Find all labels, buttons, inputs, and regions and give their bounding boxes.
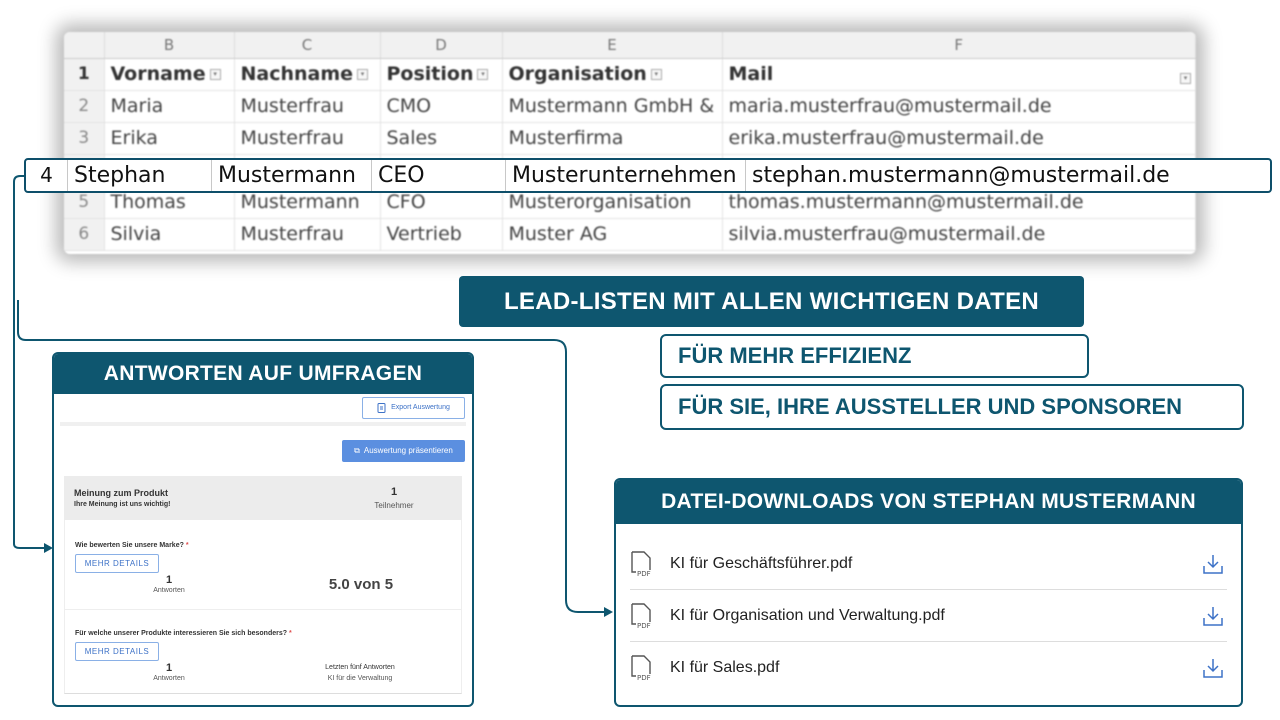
last-answer-value: KI für die Verwaltung xyxy=(327,675,393,682)
file-name: KI für Geschäftsführer.pdf xyxy=(670,554,853,572)
auswertung-praesentieren-button[interactable]: ⧉ Auswertung präsentieren xyxy=(342,440,465,462)
download-icon[interactable] xyxy=(1201,553,1225,575)
file-name: KI für Sales.pdf xyxy=(670,659,780,676)
table-header-row: 1 Vorname ▾ Nachname ▾ Position ▾ Organisat… xyxy=(64,58,1196,91)
downloads-panel-title: DATEI-DOWNLOADS VON STEPHAN MUSTERMANN xyxy=(616,480,1241,524)
label-effizienz: FÜR MEHR EFFIZIENZ xyxy=(660,334,1089,378)
cell[interactable]: Muster AG xyxy=(502,218,723,251)
cell[interactable]: Musterfirma xyxy=(502,122,723,155)
svg-text:PDF: PDF xyxy=(637,674,651,682)
column-letter[interactable]: D xyxy=(380,32,503,59)
downloads-panel: DATEI-DOWNLOADS VON STEPHAN MUSTERMANN P… xyxy=(614,478,1243,707)
answer-count-label: Antworten xyxy=(153,587,185,594)
auswertung-praesentieren-label: Auswertung präsentieren xyxy=(363,446,453,455)
cell[interactable]: Sales xyxy=(380,122,503,155)
table-row: 2 Maria Musterfrau CMO Mustermann GmbH &… xyxy=(64,90,1196,123)
file-name: KI für Organisation und Verwaltung.pdf xyxy=(670,606,945,624)
filter-dropdown-icon[interactable]: ▾ xyxy=(650,69,662,80)
row-number: 4 xyxy=(26,160,68,191)
mehr-details-button[interactable]: MEHR DETAILS xyxy=(75,554,159,573)
cell[interactable]: Musterfrau xyxy=(234,90,381,123)
cell-position: CEO xyxy=(372,160,506,191)
filter-dropdown-icon[interactable]: ▾ xyxy=(209,69,221,80)
cell[interactable]: Mustermann GmbH & xyxy=(502,90,723,123)
header-cell-position[interactable]: Position ▾ xyxy=(380,58,503,91)
column-letter[interactable]: C xyxy=(234,32,381,59)
survey-summary: Meinung zum Produkt Ihre Meinung ist uns… xyxy=(64,476,462,520)
column-letter[interactable]: E xyxy=(502,32,723,59)
survey-panel: ANTWORTEN AUF UMFRAGEN Export Auswertung… xyxy=(52,352,474,707)
cell[interactable]: Erika xyxy=(104,122,235,155)
table-row: 3 Erika Musterfrau Sales Musterfirma eri… xyxy=(64,122,1196,155)
header-cell-nachname[interactable]: Nachname ▾ xyxy=(234,58,381,91)
answer-count: 1 xyxy=(165,574,173,586)
survey-panel-title: ANTWORTEN AUF UMFRAGEN xyxy=(54,354,472,394)
export-auswertung-label: Export Auswertung xyxy=(391,404,450,411)
pdf-file-icon: PDF xyxy=(631,602,651,630)
header-cell-vorname[interactable]: Vorname ▾ xyxy=(104,58,235,91)
spreadsheet: B C D E F 1 Vorname ▾ Nachname ▾ Position ▾… xyxy=(64,32,1196,254)
survey-content: Export Auswertung ⧉ Auswertung präsentier… xyxy=(60,394,466,699)
rating-score: 5.0 von 5 xyxy=(328,576,394,593)
row-number[interactable]: 2 xyxy=(64,90,105,123)
answer-count: 1 xyxy=(165,662,173,674)
cell-nachname: Mustermann xyxy=(212,160,372,191)
survey-toolbar: Export Auswertung xyxy=(60,394,466,426)
participants-label: Teilnehmer xyxy=(374,501,414,510)
corner-cell[interactable] xyxy=(64,32,105,59)
svg-text:PDF: PDF xyxy=(637,570,651,578)
pdf-file-icon: PDF xyxy=(631,550,651,578)
column-letter[interactable]: F xyxy=(722,32,1196,59)
file-row[interactable]: PDF KI für Sales.pdf xyxy=(630,642,1227,694)
label-aussteller-sponsoren: FÜR SIE, IHRE AUSSTELLER UND SPONSOREN xyxy=(660,384,1244,430)
question-card: Für welche unserer Produkte interessiere… xyxy=(64,610,462,694)
highlighted-row[interactable]: 4 Stephan Mustermann CEO Musterunternehm… xyxy=(24,158,1272,193)
cell[interactable]: CMO xyxy=(380,90,503,123)
file-row[interactable]: PDF KI für Geschäftsführer.pdf xyxy=(630,538,1227,590)
cell[interactable]: Maria xyxy=(104,90,235,123)
download-icon[interactable] xyxy=(1201,605,1225,627)
header-cell-mail[interactable]: Mail ▾ xyxy=(722,58,1196,91)
filter-dropdown-icon[interactable]: ▾ xyxy=(1180,73,1191,84)
column-header-row: B C D E F xyxy=(64,32,1196,59)
column-letter[interactable]: B xyxy=(104,32,235,59)
filter-dropdown-icon[interactable]: ▾ xyxy=(477,69,489,80)
row-number[interactable]: 1 xyxy=(64,58,105,91)
participants-count: 1 xyxy=(390,486,398,498)
present-icon: ⧉ xyxy=(354,446,360,455)
svg-text:PDF: PDF xyxy=(637,622,651,630)
cell-vorname: Stephan xyxy=(68,160,212,191)
table-row: 6 Silvia Musterfrau Vertrieb Muster AG s… xyxy=(64,218,1196,251)
mehr-details-button[interactable]: MEHR DETAILS xyxy=(75,642,159,661)
header-cell-organisation[interactable]: Organisation ▾ xyxy=(502,58,723,91)
survey-name: Meinung zum Produkt xyxy=(74,488,168,498)
answer-count-label: Antworten xyxy=(153,675,185,682)
row-number[interactable]: 3 xyxy=(64,122,105,155)
filter-dropdown-icon[interactable]: ▾ xyxy=(357,69,369,80)
file-row[interactable]: PDF KI für Organisation und Verwaltung.p… xyxy=(630,590,1227,642)
cell[interactable]: silvia.musterfrau@mustermail.de xyxy=(722,218,1196,251)
cell-mail: stephan.mustermann@mustermail.de xyxy=(752,163,1170,188)
row-number[interactable]: 6 xyxy=(64,218,105,251)
cell[interactable]: Vertrieb xyxy=(380,218,503,251)
cell[interactable]: Musterfrau xyxy=(234,122,381,155)
cell[interactable]: Silvia xyxy=(104,218,235,251)
export-auswertung-button[interactable]: Export Auswertung xyxy=(362,397,465,419)
last-answers-label: Letzten fünf Antworten xyxy=(325,664,395,671)
document-icon xyxy=(377,403,386,413)
pdf-file-icon: PDF xyxy=(631,655,651,682)
question-text: Wie bewerten Sie unsere Marke? * xyxy=(75,542,189,549)
banner-lead-listen: LEAD-LISTEN MIT ALLEN WICHTIGEN DATEN xyxy=(459,276,1084,327)
cell[interactable]: Musterfrau xyxy=(234,218,381,251)
cell[interactable]: maria.musterfrau@mustermail.de xyxy=(722,90,1196,123)
cell[interactable]: erika.musterfrau@mustermail.de xyxy=(722,122,1196,155)
download-icon[interactable] xyxy=(1201,657,1225,679)
survey-subtitle: Ihre Meinung ist uns wichtig! xyxy=(74,501,171,508)
question-text: Für welche unserer Produkte interessiere… xyxy=(75,630,292,637)
question-card: Wie bewerten Sie unsere Marke? * MEHR DE… xyxy=(64,520,462,610)
cell-organisation: Musterunternehmen xyxy=(506,160,746,191)
